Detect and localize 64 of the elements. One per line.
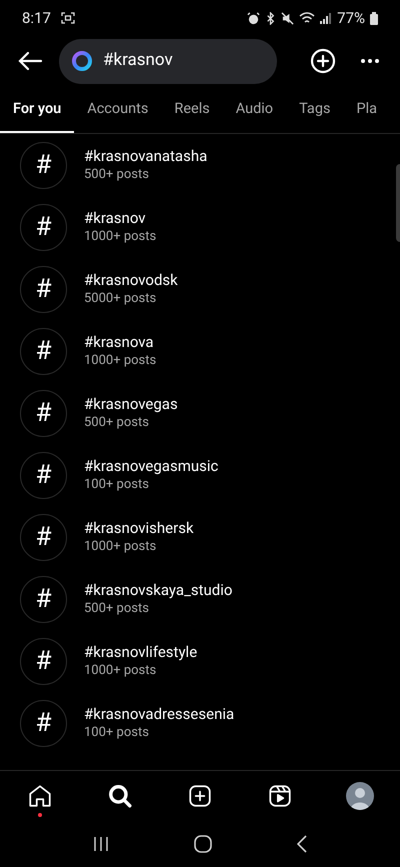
- add-button[interactable]: [308, 46, 338, 76]
- hashtag-result[interactable]: # #krasnova 1000+ posts: [0, 320, 400, 382]
- hashtag-result[interactable]: # #krasnovishersk 1000+ posts: [0, 506, 400, 568]
- hashtag-result[interactable]: # #krasnov 1000+ posts: [0, 196, 400, 258]
- tab[interactable]: Pla: [343, 87, 390, 133]
- hashtag-avatar: #: [20, 452, 67, 498]
- signal-icon: [320, 12, 332, 24]
- post-count: 500+ posts: [84, 601, 150, 618]
- hashtag-result[interactable]: # #krasnovegasmusic 100+ posts: [0, 444, 400, 506]
- battery-percent: 77%: [337, 8, 365, 29]
- mute-icon: [281, 12, 294, 24]
- tab[interactable]: Audio: [222, 87, 286, 133]
- hashtag-result[interactable]: # #krasnovskaya_studio 500+ posts: [0, 568, 400, 630]
- hashtag-avatar: #: [20, 700, 67, 746]
- tab[interactable]: Accounts: [74, 87, 162, 133]
- hashtag-result[interactable]: # #krasnovegas 500+ posts: [0, 382, 400, 444]
- hashtag-avatar: #: [20, 514, 67, 560]
- hashtag-avatar: #: [20, 266, 67, 312]
- tab[interactable]: For you: [0, 87, 74, 133]
- alarm-icon: [247, 12, 260, 24]
- back-icon[interactable]: [297, 834, 308, 852]
- post-count: 100+ posts: [84, 477, 150, 494]
- hashtag-result[interactable]: # #krasnovadressesenia 100+ posts: [0, 692, 400, 754]
- plus-circle-icon: [310, 48, 336, 74]
- post-count: 100+ posts: [84, 725, 150, 742]
- post-count: 500+ posts: [84, 415, 150, 432]
- back-arrow-icon: [17, 51, 43, 71]
- bluetooth-icon: [265, 12, 276, 24]
- screenshot-icon: [60, 12, 75, 24]
- hashtag-name: #krasnov: [84, 208, 147, 228]
- hashtag-name: #krasnova: [84, 332, 155, 352]
- hashtag-result[interactable]: # #krasnovodsk 5000+ posts: [0, 258, 400, 320]
- hashtag-name: #krasnovadressesenia: [84, 704, 234, 724]
- hashtag-avatar: #: [20, 328, 67, 374]
- search-input[interactable]: #krasnov: [103, 48, 253, 74]
- hashtag-result[interactable]: # #krasnovanatasha 500+ posts: [0, 134, 400, 196]
- post-count: 1000+ posts: [84, 663, 158, 680]
- post-count: 5000+ posts: [84, 291, 158, 308]
- tab[interactable]: Reels: [161, 87, 223, 133]
- recent-apps-icon[interactable]: [92, 836, 109, 852]
- hashtag-avatar: #: [20, 204, 67, 250]
- search-field[interactable]: #krasnov: [59, 38, 277, 84]
- post-count: 1000+ posts: [84, 353, 156, 370]
- hashtag-name: #krasnovanatasha: [84, 146, 208, 166]
- hashtag-name: #krasnovegas: [84, 394, 178, 414]
- hashtag-result[interactable]: # #krasnovlifestyle 1000+ posts: [0, 630, 400, 692]
- hashtag-avatar: #: [20, 576, 67, 622]
- ring-icon: [71, 50, 93, 72]
- post-count: 1000+ posts: [84, 229, 156, 246]
- hashtag-name: #krasnovishersk: [84, 518, 194, 538]
- status-time: 8:17: [22, 8, 51, 29]
- tab[interactable]: Tags: [286, 87, 344, 133]
- hashtag-name: #krasnovskaya_studio: [84, 580, 232, 600]
- battery-icon: [370, 12, 378, 24]
- wifi-icon: [299, 12, 316, 24]
- hashtag-name: #krasnovodsk: [84, 270, 178, 290]
- hashtag-avatar: #: [20, 142, 67, 188]
- hashtag-avatar: #: [20, 390, 67, 436]
- hashtag-name: #krasnovlifestyle: [84, 642, 198, 662]
- post-count: 1000+ posts: [84, 539, 158, 556]
- more-icon: [361, 59, 379, 63]
- post-count: 500+ posts: [84, 167, 150, 184]
- hashtag-avatar: #: [20, 638, 67, 684]
- hashtag-name: #krasnovegasmusic: [84, 456, 218, 476]
